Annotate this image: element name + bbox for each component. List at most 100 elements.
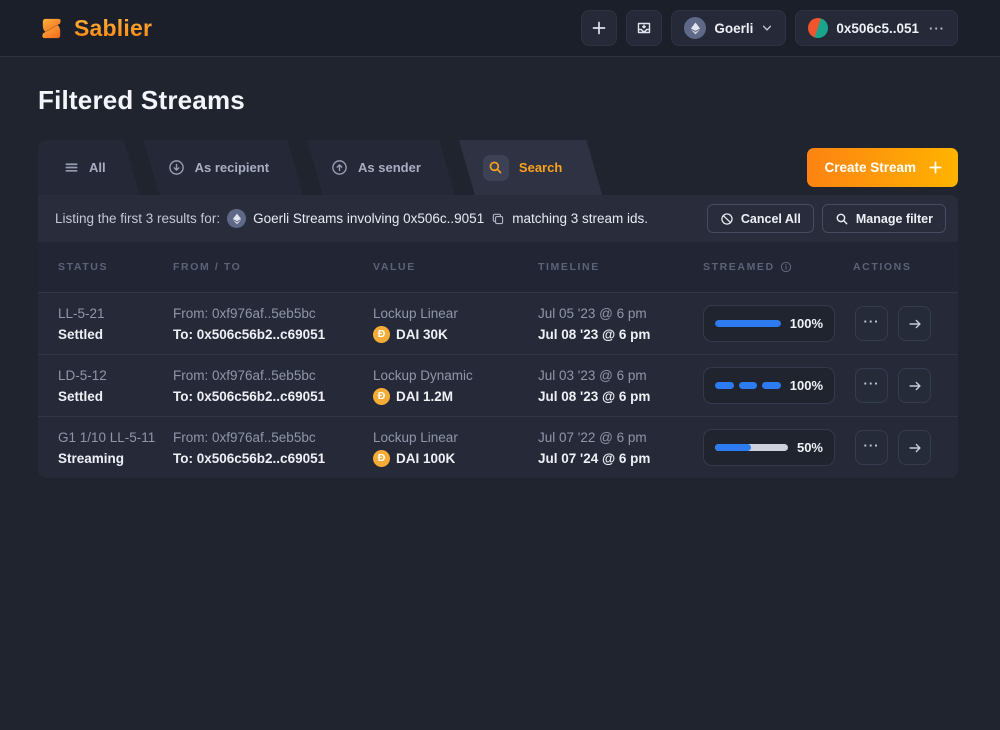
table-header: STATUS FROM / TO VALUE TIMELINE STREAMED… (38, 242, 958, 292)
tab-as-recipient[interactable]: As recipient (144, 140, 303, 195)
goerli-network-icon (227, 209, 246, 228)
dai-token-icon: Ð (373, 450, 390, 467)
info-icon[interactable] (780, 261, 792, 273)
streamed-percentage: 100% (790, 378, 823, 393)
create-stream-label: Create Stream (824, 160, 916, 175)
progress-segment (739, 382, 758, 389)
timeline-cell: Jul 05 '23 @ 6 pm Jul 08 '23 @ 6 pm (538, 303, 703, 345)
stream-amount: DAI 100K (396, 448, 455, 469)
streamed-progress: 100% (703, 367, 835, 404)
table-row[interactable]: LD-5-12 Settled From: 0xf976af..5eb5bc T… (38, 354, 958, 416)
from-to-cell: From: 0xf976af..5eb5bc To: 0x506c56b2..c… (173, 303, 373, 345)
table-row[interactable]: LL-5-21 Settled From: 0xf976af..5eb5bc T… (38, 292, 958, 354)
value-cell: Lockup Linear Ð DAI 30K (373, 303, 538, 345)
tab-all-label: All (89, 160, 106, 175)
goerli-network-icon (684, 17, 706, 39)
stream-status: Settled (58, 386, 173, 407)
header-status: STATUS (58, 261, 173, 273)
cancel-all-label: Cancel All (741, 212, 801, 226)
actions-cell: ··· (853, 430, 938, 465)
stream-from: From: 0xf976af..5eb5bc (173, 303, 373, 324)
stream-type: Lockup Dynamic (373, 365, 538, 386)
row-open-button[interactable] (898, 306, 931, 341)
stream-to: To: 0x506c56b2..c69051 (173, 386, 373, 407)
actions-cell: ··· (853, 306, 938, 341)
inbox-button[interactable] (626, 10, 662, 46)
sablier-logo[interactable]: Sablier (38, 15, 152, 42)
progress-segment (715, 382, 734, 389)
ellipsis-icon: ··· (864, 314, 880, 329)
plus-icon (591, 20, 607, 36)
stream-to: To: 0x506c56b2..c69051 (173, 448, 373, 469)
header-timeline: TIMELINE (538, 261, 703, 273)
stream-id: G1 1/10 LL-5-11 (58, 427, 173, 448)
list-icon (64, 160, 79, 175)
row-menu-button[interactable]: ··· (855, 368, 888, 403)
create-stream-button[interactable]: Create Stream (807, 148, 958, 187)
brand-name: Sablier (74, 15, 152, 42)
from-to-cell: From: 0xf976af..5eb5bc To: 0x506c56b2..c… (173, 427, 373, 469)
status-cell: LL-5-21 Settled (58, 303, 173, 345)
arrow-right-icon (907, 378, 923, 394)
stream-to: To: 0x506c56b2..c69051 (173, 324, 373, 345)
streams-table: STATUS FROM / TO VALUE TIMELINE STREAMED… (38, 242, 958, 478)
search-icon (483, 155, 509, 181)
chevron-down-icon (761, 22, 773, 34)
header-value: VALUE (373, 261, 538, 273)
tab-search-label: Search (519, 160, 562, 175)
row-open-button[interactable] (898, 430, 931, 465)
status-cell: LD-5-12 Settled (58, 365, 173, 407)
streamed-progress: 50% (703, 429, 835, 466)
tab-as-sender[interactable]: As sender (307, 140, 455, 195)
stream-start: Jul 07 '22 @ 6 pm (538, 427, 703, 448)
stream-amount: DAI 30K (396, 324, 448, 345)
tab-search[interactable]: Search (459, 140, 602, 195)
segmented-progress (715, 382, 781, 389)
manage-filter-button[interactable]: Manage filter (822, 204, 946, 233)
arrow-up-circle-icon (331, 159, 348, 176)
row-menu-button[interactable]: ··· (855, 306, 888, 341)
row-menu-button[interactable]: ··· (855, 430, 888, 465)
stream-from: From: 0xf976af..5eb5bc (173, 427, 373, 448)
tab-as-sender-label: As sender (358, 160, 421, 175)
table-row[interactable]: G1 1/10 LL-5-11 Streaming From: 0xf976af… (38, 416, 958, 478)
stream-type: Lockup Linear (373, 303, 538, 324)
streamed-cell: 100% (703, 367, 853, 404)
tab-row: All As recipient As sender (38, 140, 958, 195)
copy-icon[interactable] (491, 212, 505, 226)
tabs: All As recipient As sender (38, 140, 602, 195)
plus-icon (928, 160, 943, 175)
progress-fill (715, 320, 781, 327)
stream-end: Jul 08 '23 @ 6 pm (538, 324, 703, 345)
arrow-down-circle-icon (168, 159, 185, 176)
quick-create-button[interactable] (581, 10, 617, 46)
account-avatar (808, 18, 828, 38)
filter-summary-suffix: matching 3 stream ids. (512, 211, 648, 226)
stream-status: Streaming (58, 448, 173, 469)
filter-summary: Listing the first 3 results for: Goerli … (55, 209, 648, 228)
inbox-tray-icon (635, 19, 653, 37)
header-from-to: FROM / TO (173, 261, 373, 273)
timeline-cell: Jul 03 '23 @ 6 pm Jul 08 '23 @ 6 pm (538, 365, 703, 407)
row-open-button[interactable] (898, 368, 931, 403)
stream-id: LD-5-12 (58, 365, 173, 386)
cancel-all-button[interactable]: Cancel All (707, 204, 814, 233)
manage-filter-label: Manage filter (856, 212, 933, 226)
sablier-logo-icon (38, 15, 65, 42)
filter-bar: Listing the first 3 results for: Goerli … (38, 195, 958, 242)
network-selector[interactable]: Goerli (671, 10, 786, 46)
header-streamed: STREAMED (703, 261, 853, 273)
arrow-right-icon (907, 440, 923, 456)
account-address: 0x506c5..051 (836, 21, 919, 36)
streamed-cell: 50% (703, 429, 853, 466)
streamed-percentage: 50% (797, 440, 823, 455)
dai-token-icon: Ð (373, 326, 390, 343)
stream-id: LL-5-21 (58, 303, 173, 324)
streamed-percentage: 100% (790, 316, 823, 331)
stream-amount: DAI 1.2M (396, 386, 453, 407)
tab-all[interactable]: All (38, 140, 140, 195)
stream-start: Jul 05 '23 @ 6 pm (538, 303, 703, 324)
page-title: Filtered Streams (38, 85, 958, 116)
streamed-progress: 100% (703, 305, 835, 342)
account-button[interactable]: 0x506c5..051 ··· (795, 10, 958, 46)
